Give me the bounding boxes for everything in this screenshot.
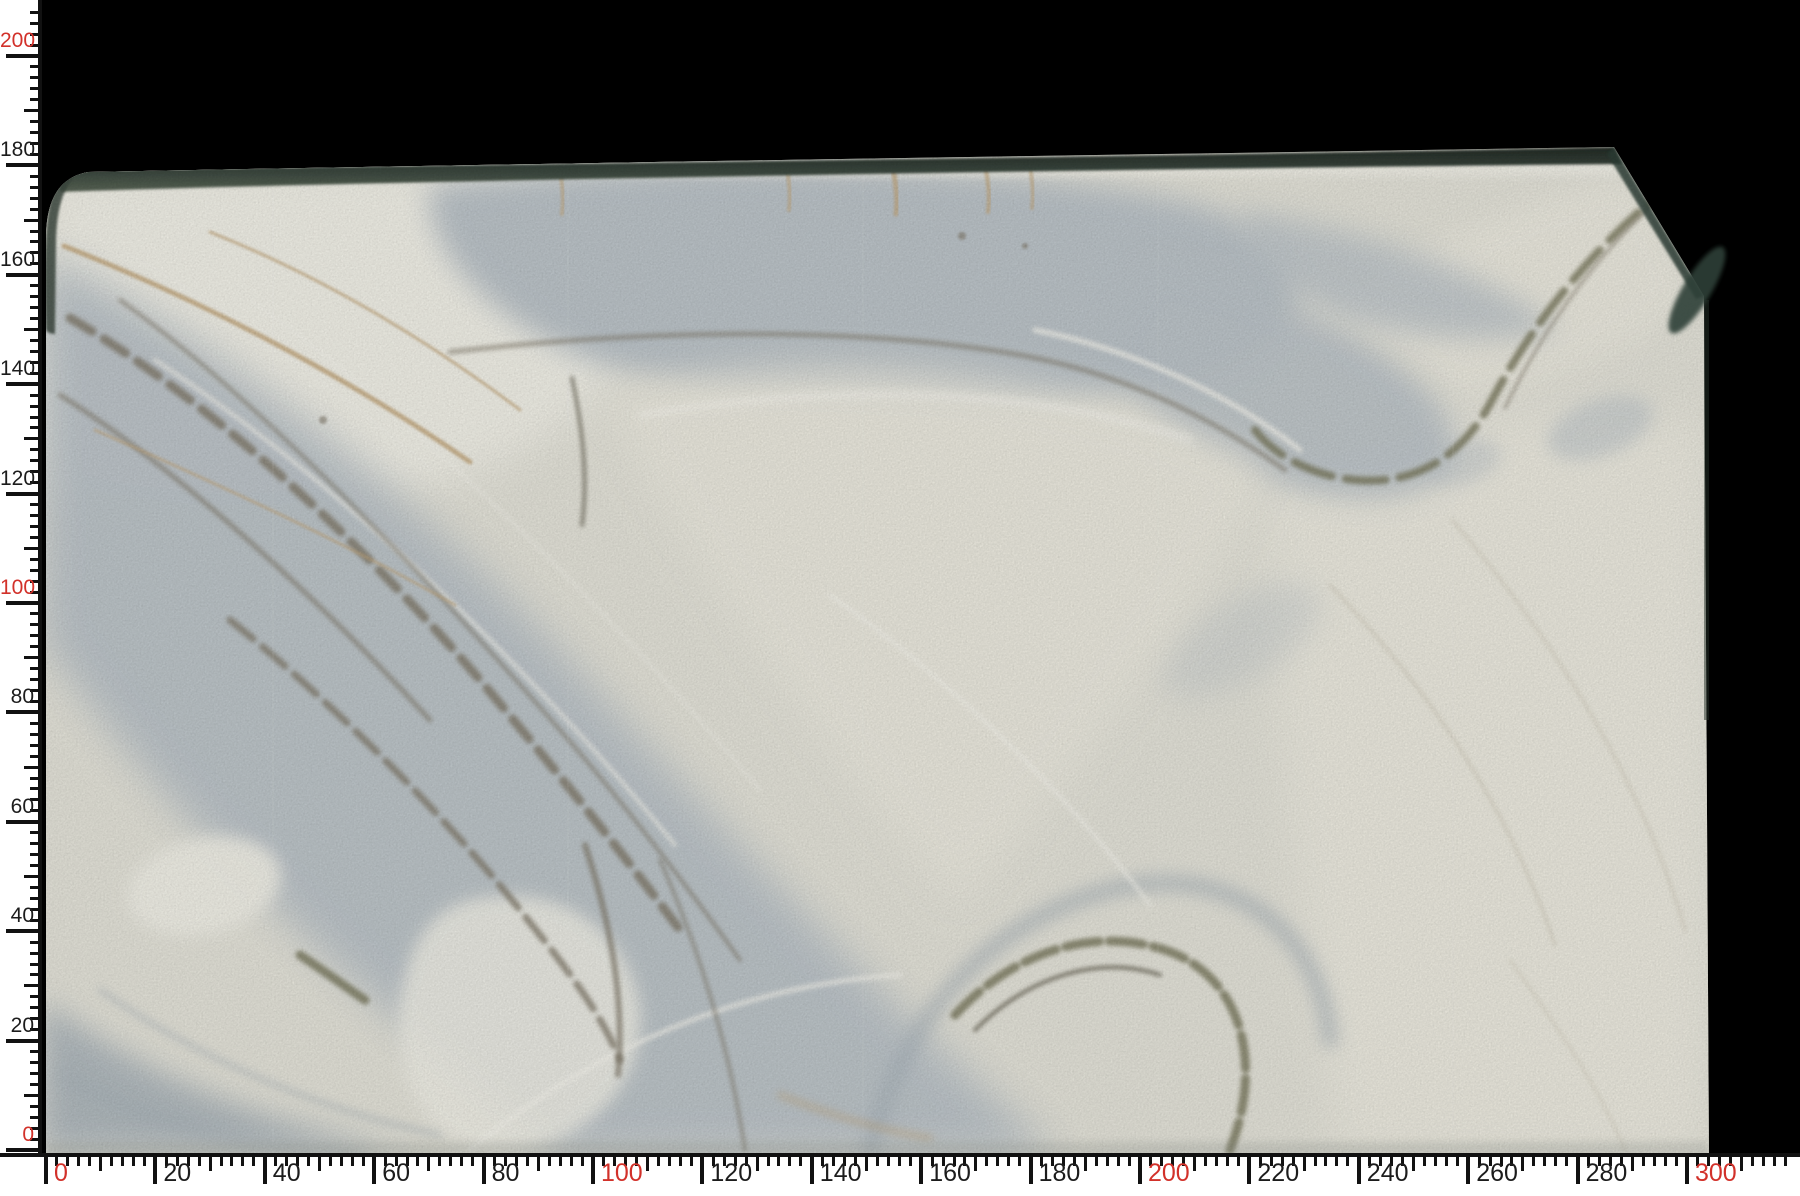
ruler-left-background [0, 0, 38, 1196]
slab-scan-screenshot: 0 20 40 60 80 100 120 140 160 180 200 0 20 40 60 80 100… [0, 0, 1800, 1196]
marble-slab-image [0, 0, 1800, 1196]
ruler-bottom-background [0, 1157, 1800, 1196]
slab-right-edge-sliver [1704, 300, 1709, 720]
marble-surface [46, 147, 1709, 1156]
axis-line-horizontal [0, 1153, 1800, 1157]
axis-line-vertical [38, 0, 42, 1157]
